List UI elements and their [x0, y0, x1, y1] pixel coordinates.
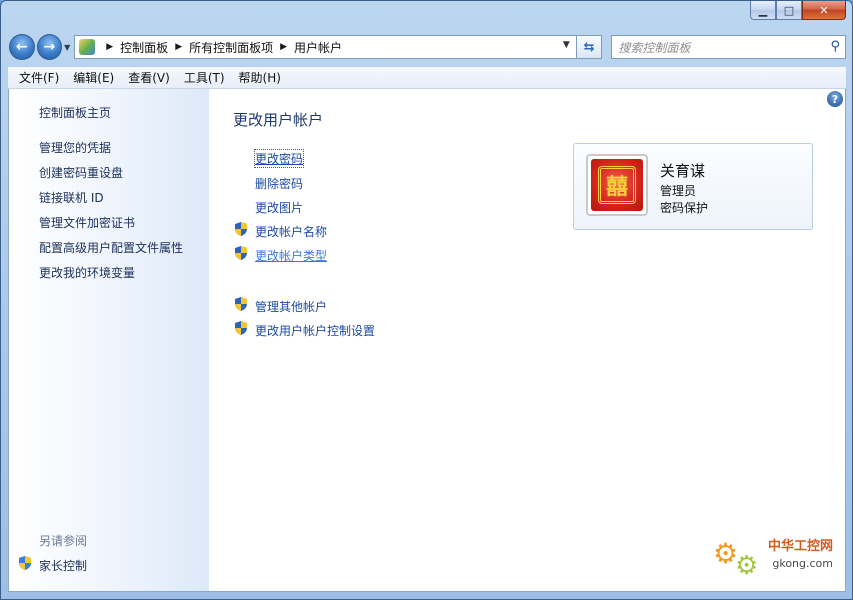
page-title: 更改用户帐户 [233, 111, 324, 129]
seal-icon: 囍 [598, 166, 636, 204]
breadcrumb-all-items[interactable]: 所有控制面板项 [189, 39, 273, 56]
gear-icon: ⚙ [735, 551, 759, 581]
sidebar-link-env-variables[interactable]: 更改我的环境变量 [39, 264, 135, 281]
task-change-account-type[interactable]: 更改帐户类型 [255, 247, 327, 264]
task-uac-settings[interactable]: 更改用户帐户控制设置 [255, 322, 375, 339]
back-button[interactable]: ← [9, 34, 35, 60]
help-button[interactable]: ? [827, 91, 843, 107]
breadcrumb-chevron-icon[interactable]: ▶ [106, 42, 113, 52]
refresh-button[interactable]: ⇆ [576, 35, 603, 59]
task-change-picture[interactable]: 更改图片 [255, 199, 303, 216]
arrow-left-icon: ← [15, 39, 28, 55]
close-button[interactable]: ✕ [802, 1, 846, 20]
recent-pages-dropdown[interactable]: ▼ [64, 43, 70, 52]
forward-button[interactable]: → [36, 34, 63, 60]
uac-shield-icon [19, 556, 31, 570]
search-icon[interactable]: ⚲ [830, 39, 840, 54]
task-change-account-name[interactable]: 更改帐户名称 [255, 223, 327, 240]
sidebar-link-encryption-cert[interactable]: 管理文件加密证书 [39, 214, 135, 231]
minimize-button[interactable]: ▁ [750, 1, 776, 20]
sidebar-link-profile-properties[interactable]: 配置高级用户配置文件属性 [39, 239, 183, 256]
task-remove-password[interactable]: 删除密码 [255, 175, 303, 192]
sidebar: 控制面板主页 管理您的凭据 创建密码重设盘 链接联机 ID 管理文件加密证书 配… [9, 89, 209, 591]
menu-tools[interactable]: 工具(T) [177, 69, 232, 86]
search-input[interactable]: 搜索控制面板 ⚲ [611, 35, 846, 59]
uac-shield-icon [235, 321, 247, 335]
breadcrumb-user-accounts[interactable]: 用户帐户 [294, 39, 342, 56]
task-manage-other-accounts[interactable]: 管理其他帐户 [255, 298, 327, 315]
watermark-text: 中华工控网 [767, 539, 833, 554]
main-panel: ? 更改用户帐户 更改密码 删除密码 更改图片 更改帐户名称 更改帐户类型 管理… [209, 89, 845, 591]
account-picture: 囍 [591, 159, 643, 211]
menu-file[interactable]: 文件(F) [12, 69, 66, 86]
caption-buttons: ▁ □ ✕ [750, 1, 846, 21]
breadcrumb-chevron-icon[interactable]: ▶ [280, 42, 287, 52]
menu-help[interactable]: 帮助(H) [232, 69, 288, 86]
control-panel-icon [79, 39, 96, 55]
sidebar-link-online-id[interactable]: 链接联机 ID [39, 189, 104, 206]
uac-shield-icon [235, 297, 247, 311]
account-status: 密码保护 [660, 201, 709, 215]
sidebar-link-credentials[interactable]: 管理您的凭据 [39, 139, 111, 156]
account-role: 管理员 [660, 184, 697, 198]
refresh-icon: ⇆ [583, 39, 595, 55]
menu-edit[interactable]: 编辑(E) [66, 69, 121, 86]
breadcrumb-chevron-icon[interactable]: ▶ [175, 42, 182, 52]
menu-view[interactable]: 查看(V) [121, 69, 177, 86]
task-change-password[interactable]: 更改密码 [253, 149, 305, 168]
address-dropdown-icon[interactable]: ▼ [563, 40, 570, 50]
avatar: 囍 [586, 154, 648, 216]
watermark-logo: ⚙ ⚙ 中华工控网 gkong.com [713, 533, 833, 583]
sidebar-link-home[interactable]: 控制面板主页 [39, 104, 111, 121]
content-area: 控制面板主页 管理您的凭据 创建密码重设盘 链接联机 ID 管理文件加密证书 配… [8, 89, 846, 592]
menu-bar: 文件(F) 编辑(E) 查看(V) 工具(T) 帮助(H) [8, 67, 846, 89]
see-also-heading: 另请参阅 [39, 534, 88, 548]
uac-shield-icon [235, 222, 247, 236]
breadcrumb-control-panel[interactable]: 控制面板 [120, 39, 168, 56]
control-panel-window: ▁ □ ✕ ← → ▼ ▶ 控制面板 ▶ 所有控制面板项 ▶ 用户帐户 ▼ ⇆ … [0, 0, 853, 600]
search-placeholder: 搜索控制面板 [618, 40, 691, 55]
arrow-right-icon: → [43, 39, 56, 55]
sidebar-link-parental-controls[interactable]: 家长控制 [39, 557, 87, 574]
account-name: 关育谋 [660, 162, 706, 180]
uac-shield-icon [235, 246, 247, 260]
navigation-bar: ← → ▼ ▶ 控制面板 ▶ 所有控制面板项 ▶ 用户帐户 ▼ ⇆ 搜索控制面板… [9, 33, 846, 61]
address-bar[interactable]: ▶ 控制面板 ▶ 所有控制面板项 ▶ 用户帐户 ▼ [74, 35, 577, 59]
sidebar-link-reset-disk[interactable]: 创建密码重设盘 [39, 164, 123, 181]
watermark-url: gkong.com [772, 557, 833, 570]
maximize-button[interactable]: □ [776, 1, 802, 20]
account-card: 囍 关育谋 管理员 密码保护 [573, 143, 813, 230]
